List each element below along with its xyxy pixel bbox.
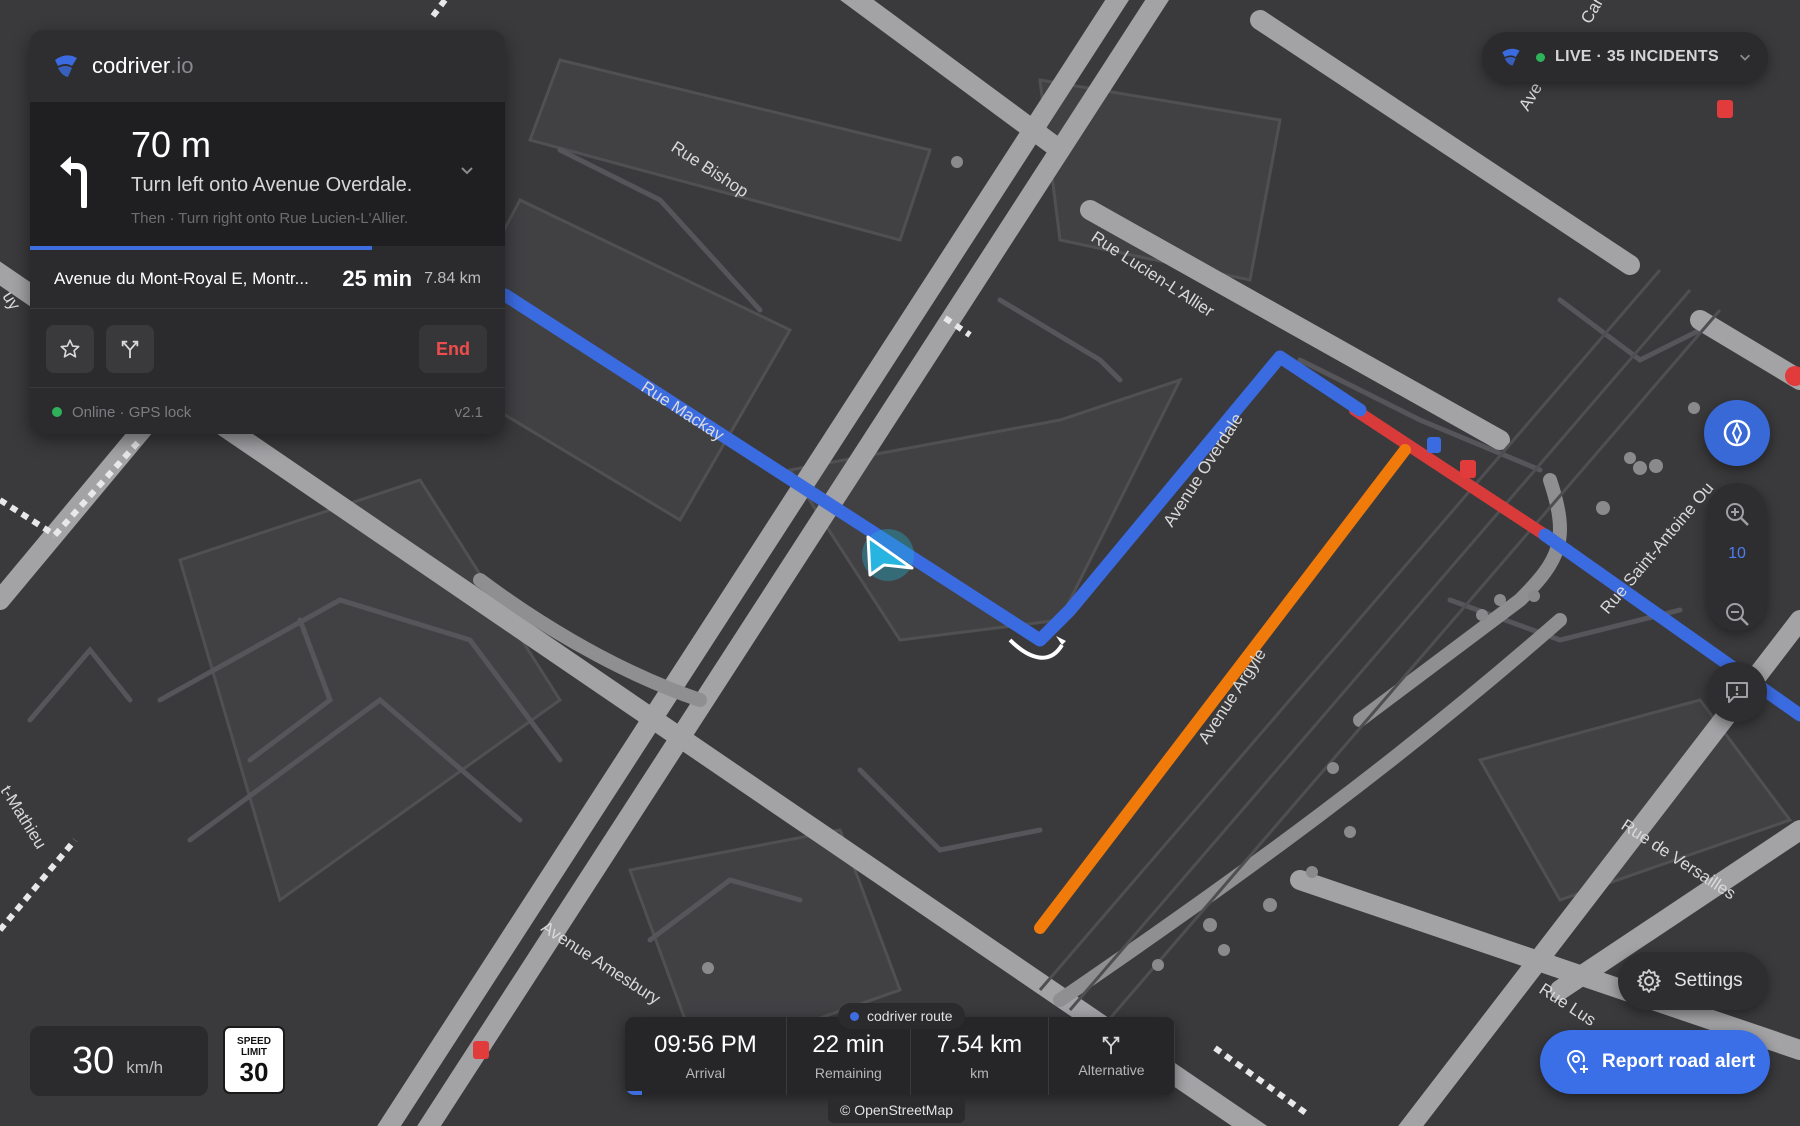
alternative-routes-button[interactable]	[106, 325, 154, 373]
route-actions: End	[30, 309, 505, 388]
speed-value: 30	[72, 1040, 115, 1082]
turn-left-icon	[60, 156, 87, 208]
maneuver-distance: 70 m	[131, 124, 212, 165]
remaining-distance: 7.54 km	[936, 1031, 1023, 1058]
alternative-route-button[interactable]: Alternative	[1049, 1017, 1175, 1095]
zoom-out-icon[interactable]	[1724, 601, 1750, 627]
live-incidents-label: LIVE · 35 INCIDENTS	[1555, 48, 1719, 65]
distance-label: km	[970, 1065, 989, 1081]
arrival-time: 09:56 PM	[654, 1031, 757, 1058]
speed-limit-sign: SPEED LIMIT 30	[223, 1026, 285, 1094]
current-speed: 30 km/h	[30, 1026, 208, 1096]
end-navigation-button[interactable]: End	[419, 325, 487, 373]
fork-route-icon	[121, 340, 139, 359]
favorite-button[interactable]	[46, 325, 94, 373]
navigation-panel: codriver .io 70 m Turn left onto Avenue O…	[30, 30, 505, 434]
step-progress-fill	[30, 246, 372, 250]
status-text: Online · GPS lock	[72, 403, 192, 421]
codriver-logo-icon	[55, 55, 77, 77]
feedback-button[interactable]	[1707, 662, 1767, 722]
map-attribution[interactable]: © OpenStreetMap	[828, 1097, 966, 1123]
location-alert-icon	[1566, 1050, 1588, 1074]
app-version: v2.1	[454, 403, 483, 421]
live-indicator	[1536, 52, 1545, 62]
recenter-button[interactable]	[1704, 400, 1770, 466]
settings-button[interactable]: Settings	[1618, 952, 1768, 1010]
maneuver-card[interactable]: 70 m Turn left onto Avenue Overdale. The…	[30, 102, 505, 246]
step-progress	[30, 246, 505, 250]
alternative-label: Alternative	[1078, 1062, 1145, 1078]
star-icon	[60, 339, 80, 358]
zoom-level: 10	[1728, 545, 1746, 562]
compass-icon	[1723, 419, 1751, 447]
route-summary[interactable]: Avenue du Mont-Royal E, Montr... 25 min …	[30, 250, 505, 309]
next-maneuver: Then · Turn right onto Rue Lucien-L'Alli…	[131, 210, 409, 227]
zoom-in-icon[interactable]	[1724, 501, 1750, 527]
route-eta: 25 min	[342, 266, 413, 291]
route-tag: codriver route	[838, 1003, 965, 1029]
remaining-label: Remaining	[814, 1065, 882, 1081]
chevron-down-icon	[1740, 54, 1750, 61]
fork-route-icon	[1103, 1036, 1120, 1055]
gear-icon	[1637, 969, 1661, 993]
speed-limit-value: 30	[239, 1057, 269, 1087]
route-tag-label: codriver route	[867, 1008, 953, 1024]
chevron-down-icon[interactable]	[459, 162, 475, 178]
settings-label: Settings	[1674, 970, 1743, 991]
speed-unit: km/h	[126, 1058, 164, 1077]
arrival-cell: 09:56 PM Arrival	[625, 1017, 787, 1095]
online-indicator	[52, 407, 62, 417]
trip-progress-fill	[625, 1091, 642, 1095]
brand-header: codriver .io	[30, 30, 505, 102]
report-road-alert-label: Report road alert	[1602, 1051, 1756, 1072]
zoom-control: 10	[1707, 483, 1767, 631]
codriver-logo-icon	[1502, 48, 1520, 66]
connection-status: Online · GPS lock v2.1	[30, 388, 505, 434]
route-color-dot	[850, 1011, 859, 1021]
feedback-icon	[1726, 682, 1748, 703]
report-road-alert-button[interactable]: Report road alert	[1540, 1030, 1770, 1094]
remaining-time: 22 min	[812, 1031, 885, 1058]
route-distance: 7.84 km	[424, 270, 481, 287]
live-incidents-toggle[interactable]: LIVE · 35 INCIDENTS	[1482, 32, 1768, 82]
brand-tld: .io	[170, 53, 194, 78]
brand-name: codriver	[92, 53, 171, 78]
maneuver-instruction: Turn left onto Avenue Overdale.	[131, 174, 413, 196]
destination-name: Avenue du Mont-Royal E, Montr...	[54, 269, 309, 288]
speed-limit-title: SPEED LIMIT	[237, 1036, 271, 1058]
arrival-label: Arrival	[685, 1065, 726, 1081]
